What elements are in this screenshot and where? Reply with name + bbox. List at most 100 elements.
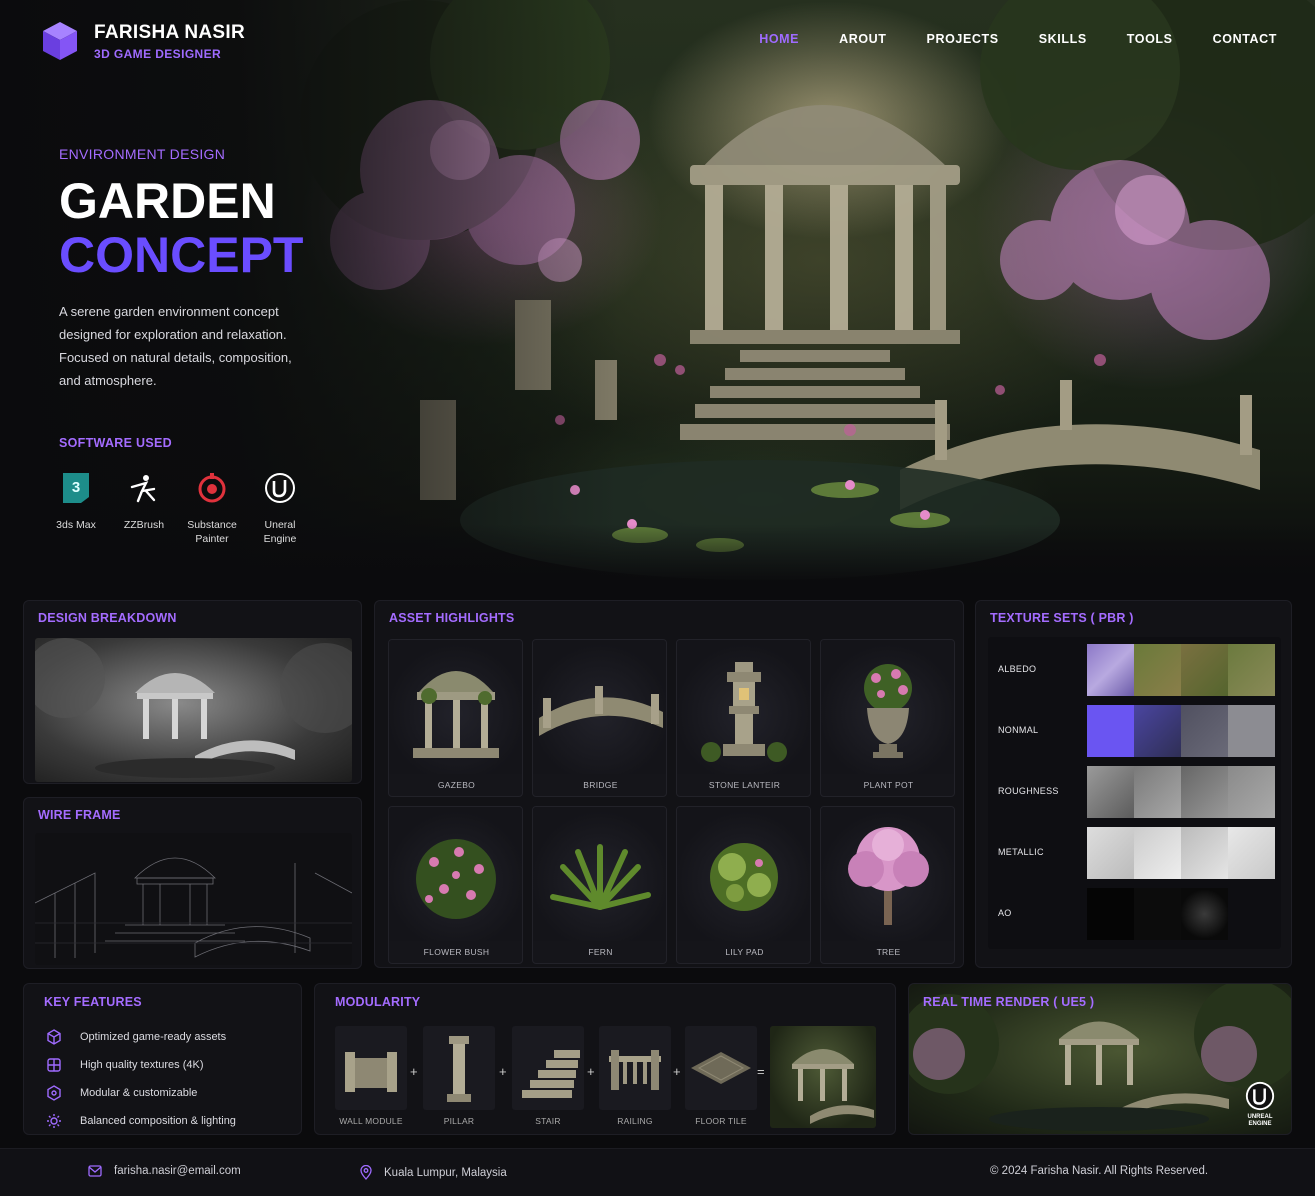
hero-eyebrow: ENVIRONMENT DESIGN [59, 146, 226, 162]
texture-map-name: AO [998, 908, 1012, 918]
asset-card-bridge[interactable]: BRIDGE [532, 639, 667, 797]
asset-card-fern[interactable]: FERN [532, 806, 667, 964]
asset-card-gazebo[interactable]: GAZEBO [388, 639, 523, 797]
feature-label: Optimized game-ready assets [80, 1031, 227, 1043]
panel-title: KEY FEATURES [44, 995, 142, 1009]
asset-label: BRIDGE [583, 780, 618, 790]
panel-title: REAL TIME RENDER ( UE5 ) [923, 995, 1095, 1009]
asset-card-flower-bush[interactable]: FLOWER BUSH [388, 806, 523, 964]
equals-sign: = [757, 1064, 765, 1079]
panel-title: WIRE FRAME [38, 808, 121, 822]
feature-label: Modular & customizable [80, 1087, 198, 1099]
texture-grid: ALBEDO NONMAL ROUGHNESS METALLIC AO [988, 637, 1281, 949]
software-label: 3ds Max [56, 519, 96, 531]
nav-home[interactable]: HOME [759, 32, 799, 46]
module-label: WALL MODULE [339, 1116, 403, 1126]
software-substance-painter[interactable]: Substance Painter [183, 470, 241, 546]
texture-map-name: ROUGHNESS [998, 786, 1059, 796]
asset-label: FLOWER BUSH [423, 947, 490, 957]
nav-skills[interactable]: SKILLS [1039, 32, 1087, 46]
software-zbrush[interactable]: ZZBrush [115, 470, 173, 546]
plus-sign: + [587, 1064, 595, 1079]
software-label: Substance Painter [187, 519, 237, 545]
feature-item: Modular & customizable [44, 1083, 197, 1103]
panel-title: DESIGN BREAKDOWN [38, 611, 177, 625]
texture-map-name: METALLIC [998, 847, 1044, 857]
footer-email[interactable]: farisha.nasir@email.com [88, 1165, 241, 1177]
module-label: RAILING [617, 1116, 653, 1126]
software-unreal-engine[interactable]: Uneral Engine [251, 470, 309, 546]
plus-sign: + [499, 1064, 507, 1079]
texture-row-normal[interactable]: NONMAL [998, 705, 1278, 757]
asset-card-lily-pad[interactable]: LILY PAD [676, 806, 811, 964]
plus-sign: + [410, 1064, 418, 1079]
feature-item: Balanced composition & lighting [44, 1111, 236, 1131]
software-label: ZZBrush [123, 519, 165, 531]
asset-card-stone-lantern[interactable]: STONE LANTEIR [676, 639, 811, 797]
assembled-gazebo-render[interactable] [770, 1026, 876, 1128]
footer-copyright-text: © 2024 Farisha Nasir. All Rights Reserve… [990, 1165, 1209, 1177]
wireframe-render[interactable] [35, 833, 352, 965]
unreal-engine-icon [262, 470, 298, 506]
footer: farisha.nasir@email.com Kuala Lumpur, Ma… [0, 1148, 1315, 1196]
module-pillar[interactable] [423, 1026, 495, 1110]
nav-about[interactable]: AROUT [839, 32, 886, 46]
asset-label: GAZEBO [437, 780, 476, 790]
nav-tools[interactable]: TOOLS [1127, 32, 1173, 46]
brand-role: 3D GAME DESIGNER [94, 46, 222, 61]
hero-text-block: ENVIRONMENT DESIGN GARDEN CONCEPT A sere… [56, 146, 319, 546]
module-label: STAIR [535, 1116, 561, 1126]
hero-title-line2: CONCEPT [59, 227, 304, 283]
texture-map-name: ALBEDO [998, 664, 1037, 674]
key-features-panel: KEY FEATURES Optimized game-ready assets… [23, 983, 302, 1135]
wire-frame-panel: WIRE FRAME [23, 797, 362, 969]
grayscale-render[interactable] [35, 638, 352, 782]
unreal-engine-logo-icon [1245, 1081, 1275, 1111]
module-label: PILLAR [443, 1116, 475, 1126]
texture-map-name: NONMAL [998, 725, 1039, 735]
panel-title: ASSET HIGHLIGHTS [389, 611, 515, 625]
lighting-icon [44, 1111, 64, 1131]
footer-location: Kuala Lumpur, Malaysia [360, 1165, 507, 1180]
realtime-render-panel[interactable]: REAL TIME RENDER ( UE5 ) UNREAL ENGINE [908, 983, 1292, 1135]
asset-card-tree[interactable]: TREE [820, 806, 955, 964]
asset-label: STONE LANTEIR [708, 780, 781, 790]
mail-icon [88, 1165, 102, 1177]
plus-sign: + [673, 1064, 681, 1079]
nav-contact[interactable]: CONTACT [1213, 32, 1277, 46]
software-3ds-max[interactable]: 3 3ds Max [47, 470, 105, 546]
unreal-engine-badge: UNREAL ENGINE [1239, 1080, 1281, 1128]
asset-label: FERN [588, 947, 613, 957]
asset-card-plant-pot[interactable]: PLANT POT [820, 639, 955, 797]
software-label: Uneral Engine [263, 519, 297, 545]
cube-outline-icon [44, 1027, 64, 1047]
hero-section: FARISHA NASIR 3D GAME DESIGNER HOME AROU… [0, 0, 1315, 584]
substance-painter-icon [194, 470, 230, 506]
feature-label: Balanced composition & lighting [80, 1115, 236, 1127]
puzzle-icon [44, 1083, 64, 1103]
module-wall[interactable] [335, 1026, 407, 1110]
feature-item: High quality textures (4K) [44, 1055, 204, 1075]
zbrush-icon [126, 470, 162, 506]
texture-row-ao[interactable]: AO [998, 888, 1278, 940]
nav-projects[interactable]: PROJECTS [927, 32, 999, 46]
texture-row-roughness[interactable]: ROUGHNESS [998, 766, 1278, 818]
unreal-engine-badge-text: UNREAL ENGINE [1247, 1114, 1273, 1127]
hero-description: A serene garden environment concept desi… [59, 304, 292, 388]
brand-logo[interactable]: FARISHA NASIR 3D GAME DESIGNER [40, 20, 245, 62]
texture-row-albedo[interactable]: ALBEDO [998, 644, 1278, 696]
module-stair[interactable] [512, 1026, 584, 1110]
panel-title: MODULARITY [335, 995, 421, 1009]
texture-sets-panel: TEXTURE SETS ( PBR ) ALBEDO NONMAL ROUGH… [975, 600, 1292, 968]
portfolio-page: FARISHA NASIR 3D GAME DESIGNER HOME AROU… [0, 0, 1315, 1196]
asset-label: PLANT POT [863, 780, 914, 790]
module-floor-tile[interactable] [685, 1026, 757, 1110]
location-pin-icon [360, 1165, 372, 1180]
texture-grid-icon [44, 1055, 64, 1075]
panel-title: TEXTURE SETS ( PBR ) [990, 611, 1134, 625]
module-railing[interactable] [599, 1026, 671, 1110]
software-list: 3 3ds Max ZZBrush Substance Painter Uner… [47, 470, 319, 546]
feature-label: High quality textures (4K) [80, 1059, 204, 1071]
brand-name: FARISHA NASIR [94, 21, 245, 43]
texture-row-metallic[interactable]: METALLIC [998, 827, 1278, 879]
